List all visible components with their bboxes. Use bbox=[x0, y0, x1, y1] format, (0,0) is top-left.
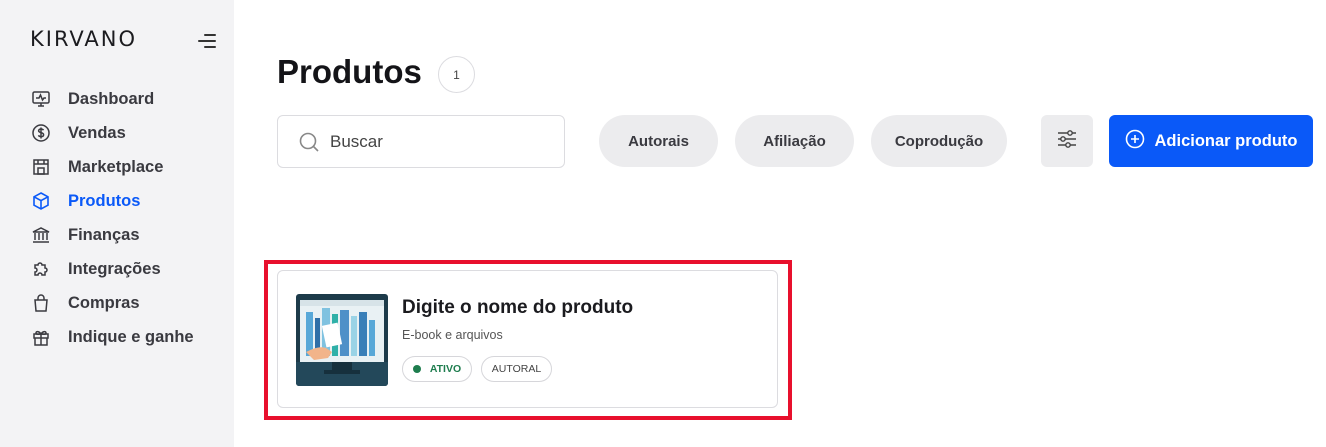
product-type: E-book e arquivos bbox=[402, 328, 503, 342]
sidebar-item-integracoes[interactable]: Integrações bbox=[30, 252, 194, 286]
plus-circle-icon bbox=[1125, 129, 1145, 154]
sidebar-item-vendas[interactable]: Vendas bbox=[30, 116, 194, 150]
sidebar-item-indique[interactable]: Indique e ganhe bbox=[30, 320, 194, 354]
bank-icon bbox=[30, 224, 52, 246]
filter-afiliacao-button[interactable]: Afiliação bbox=[735, 115, 854, 167]
sidebar-nav: Dashboard Vendas Marketplace Produtos Fi… bbox=[30, 82, 194, 354]
product-card[interactable]: Digite o nome do produto E-book e arquiv… bbox=[277, 270, 778, 408]
sliders-icon bbox=[1056, 128, 1078, 155]
add-product-button[interactable]: Adicionar produto bbox=[1109, 115, 1313, 167]
sidebar-item-compras[interactable]: Compras bbox=[30, 286, 194, 320]
search-icon bbox=[298, 131, 320, 153]
brand-logo[interactable]: KIRVANO bbox=[30, 27, 137, 51]
product-thumbnail bbox=[296, 294, 388, 386]
sidebar-item-label: Vendas bbox=[68, 123, 126, 142]
page-title: Produtos bbox=[277, 53, 422, 90]
box-icon bbox=[30, 190, 52, 212]
shopping-bag-icon bbox=[30, 292, 52, 314]
product-name: Digite o nome do produto bbox=[402, 297, 634, 318]
advanced-filter-button[interactable] bbox=[1041, 115, 1093, 167]
status-dot-icon bbox=[412, 365, 421, 373]
status-badge: ATIVO bbox=[402, 356, 472, 382]
search-field[interactable] bbox=[277, 115, 565, 168]
product-count-badge: 1 bbox=[438, 56, 475, 93]
sidebar-item-dashboard[interactable]: Dashboard bbox=[30, 82, 194, 116]
sidebar-item-produtos[interactable]: Produtos bbox=[30, 184, 194, 218]
filter-autorais-button[interactable]: Autorais bbox=[599, 115, 718, 167]
dollar-circle-icon bbox=[30, 122, 52, 144]
puzzle-icon bbox=[30, 258, 52, 280]
sidebar-item-label: Integrações bbox=[68, 259, 161, 278]
monitor-pulse-icon bbox=[30, 88, 52, 110]
sidebar-item-marketplace[interactable]: Marketplace bbox=[30, 150, 194, 184]
sidebar-item-label: Compras bbox=[68, 293, 140, 312]
search-input[interactable] bbox=[330, 131, 550, 152]
filter-coproducao-button[interactable]: Coprodução bbox=[871, 115, 1007, 167]
status-label: ATIVO bbox=[429, 363, 462, 375]
product-tag-badge: AUTORAL bbox=[481, 356, 552, 382]
sidebar-item-label: Marketplace bbox=[68, 157, 164, 176]
sidebar: KIRVANO Dashboard Vendas Marketplace Pro… bbox=[0, 0, 234, 447]
sidebar-item-label: Dashboard bbox=[68, 89, 155, 108]
sidebar-item-label: Finanças bbox=[68, 225, 140, 244]
sidebar-item-label: Produtos bbox=[68, 191, 141, 210]
sidebar-item-financas[interactable]: Finanças bbox=[30, 218, 194, 252]
gift-icon bbox=[30, 326, 52, 348]
collapse-menu-icon[interactable] bbox=[196, 32, 216, 50]
sidebar-item-label: Indique e ganhe bbox=[68, 327, 194, 346]
store-icon bbox=[30, 156, 52, 178]
add-product-label: Adicionar produto bbox=[1154, 131, 1298, 150]
